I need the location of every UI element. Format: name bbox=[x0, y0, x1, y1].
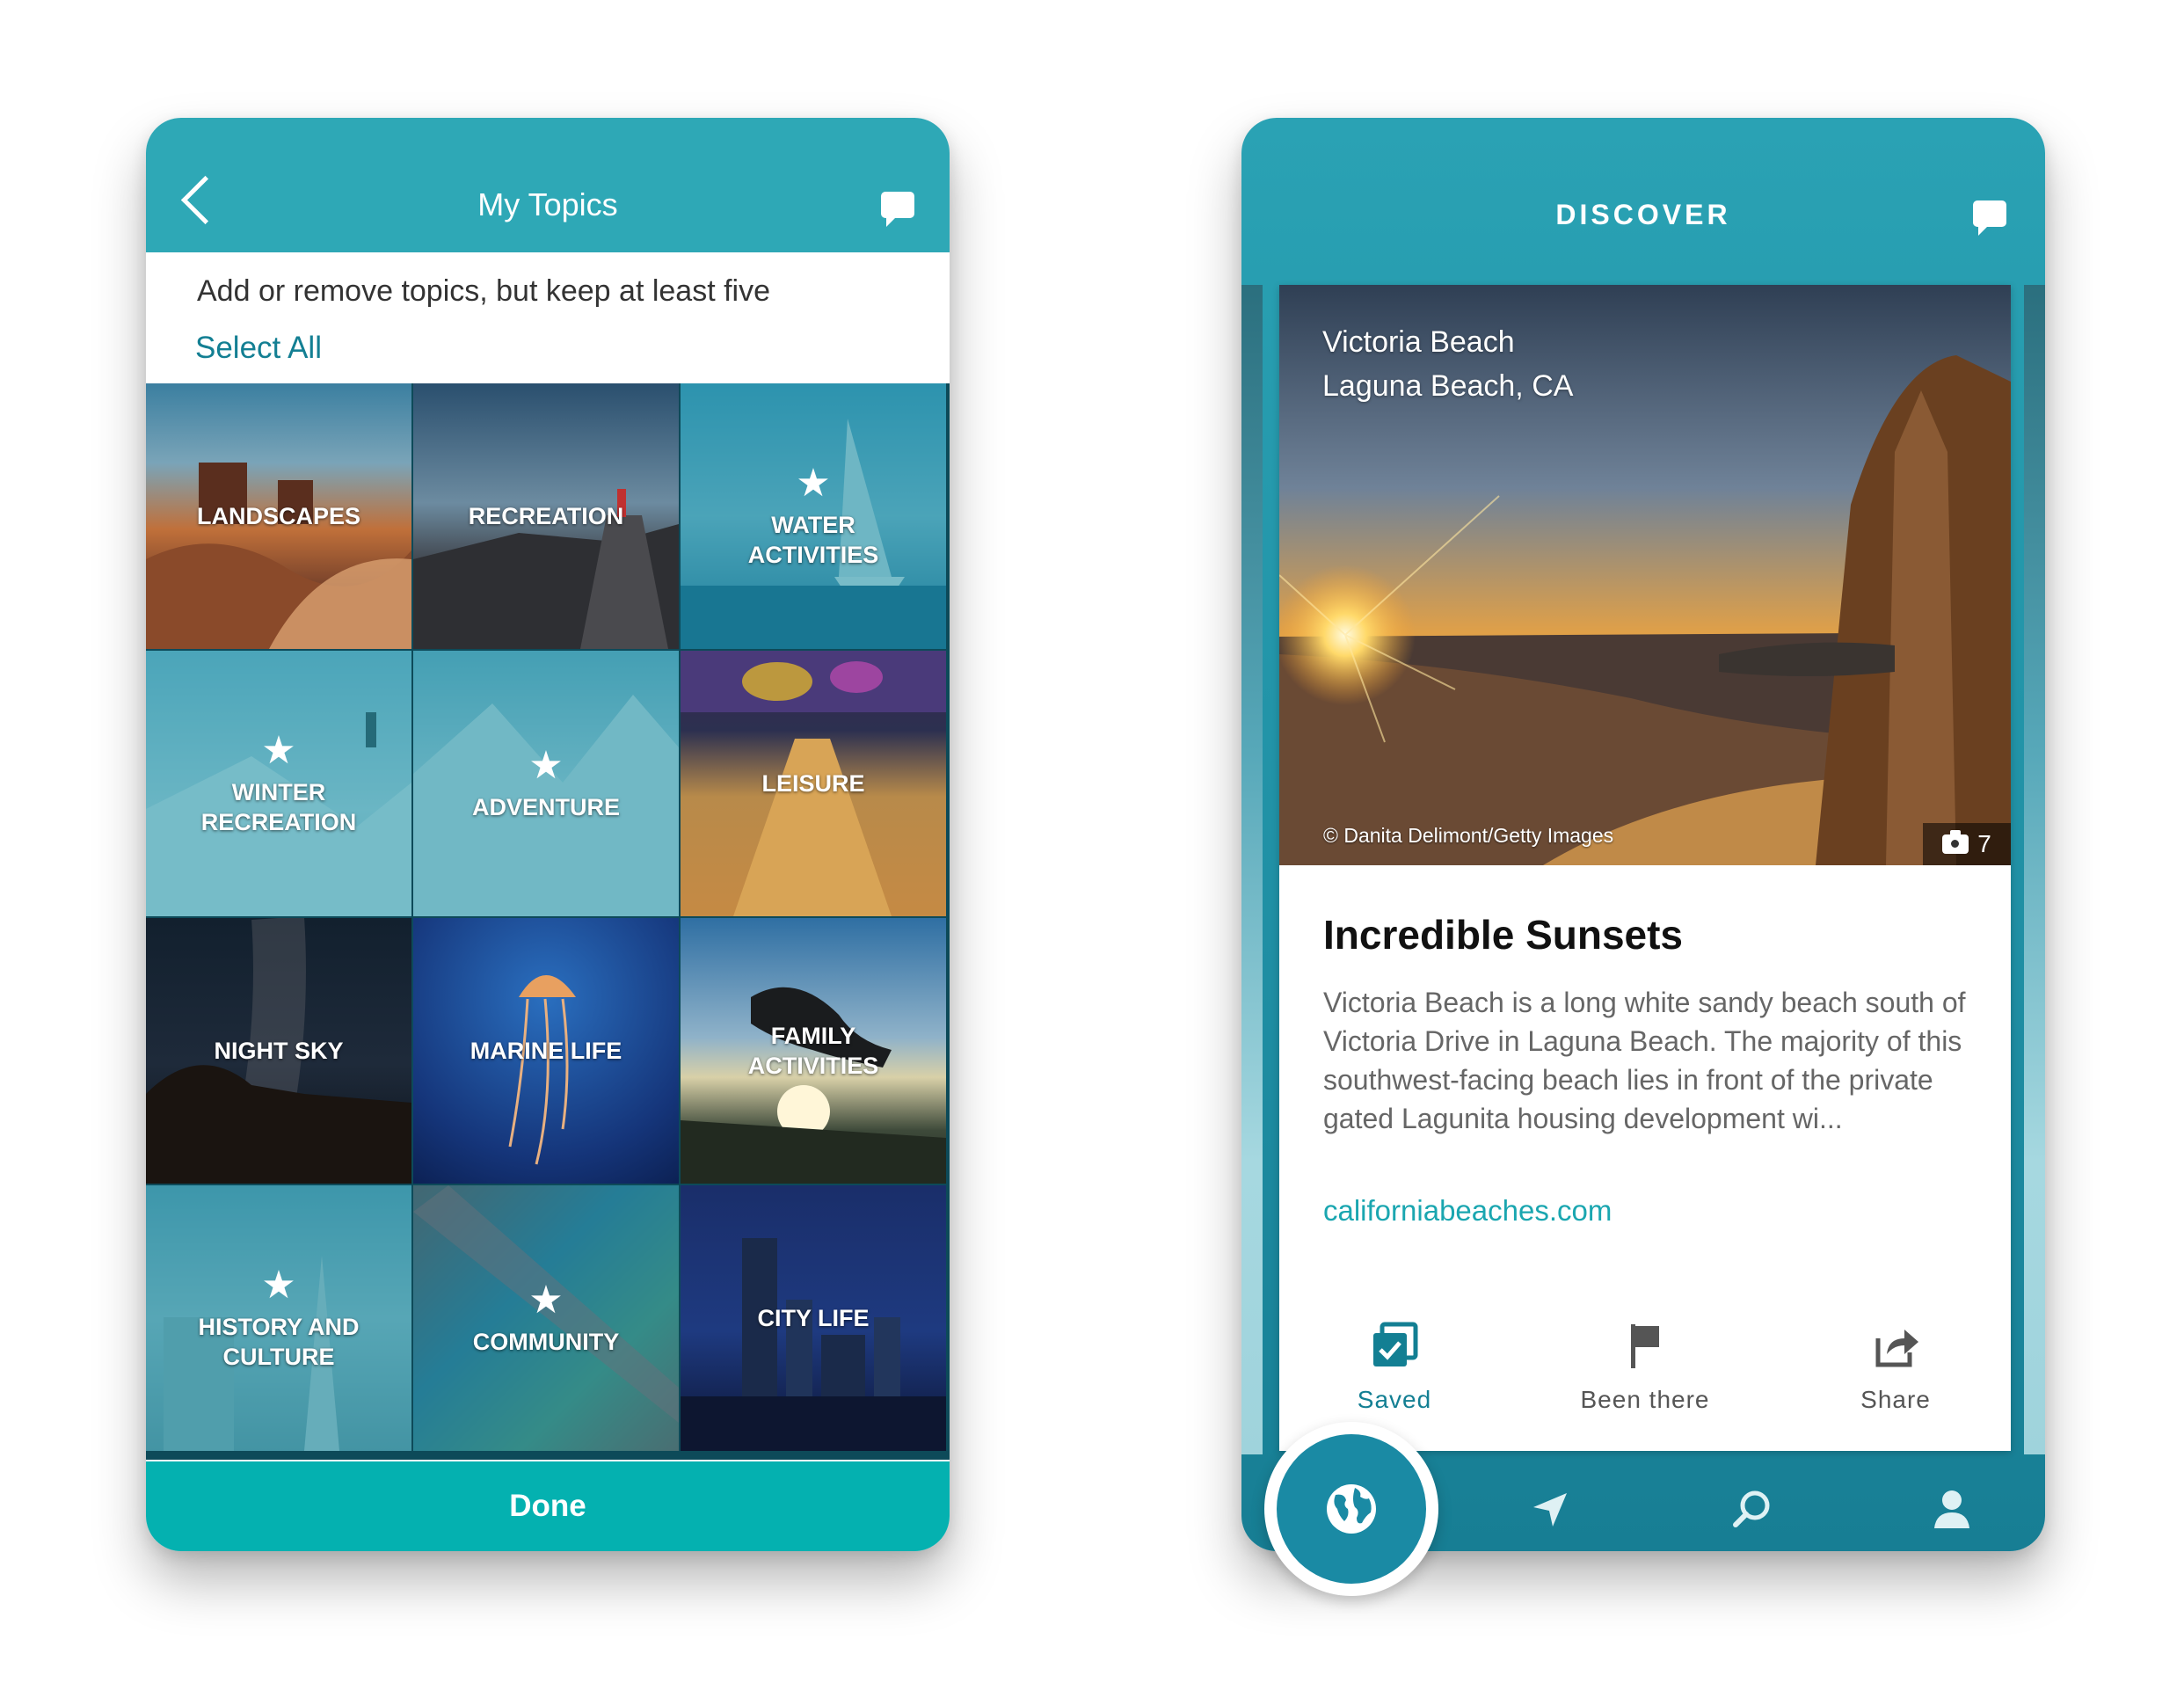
select-all-link[interactable]: Select All bbox=[195, 331, 322, 366]
been-there-button[interactable]: Been there bbox=[1540, 1321, 1751, 1414]
topic-tile-winter-recreation[interactable]: ★ WINTER RECREATION bbox=[146, 651, 411, 916]
card-description: Victoria Beach is a long white sandy bea… bbox=[1323, 987, 1966, 1134]
photo-location: Victoria Beach Laguna Beach, CA bbox=[1322, 320, 1573, 408]
share-label: Share bbox=[1860, 1386, 1931, 1413]
topic-tile-community[interactable]: ★ COMMUNITY bbox=[413, 1185, 679, 1451]
source-link[interactable]: californiabeaches.com bbox=[1323, 1194, 1612, 1228]
profile-icon[interactable] bbox=[1933, 1488, 1971, 1530]
photo-credit: © Danita Delimont/Getty Images bbox=[1323, 824, 1614, 847]
previous-card-peek[interactable] bbox=[1241, 285, 1263, 1454]
topic-tile-family-activities[interactable]: FAMILY ACTIVITIES bbox=[681, 918, 946, 1184]
topic-tile-leisure[interactable]: LEISURE bbox=[681, 651, 946, 916]
topic-label: LANDSCAPES bbox=[196, 503, 361, 529]
page-title: My Topics bbox=[477, 186, 618, 222]
photo-count: 7 bbox=[1977, 830, 1991, 857]
next-card-peek[interactable] bbox=[2024, 285, 2045, 1454]
topic-tile-recreation[interactable]: RECREATION bbox=[413, 383, 679, 649]
flag-icon bbox=[1540, 1321, 1751, 1368]
topic-label: RECREATION bbox=[468, 503, 624, 529]
chat-bubble-icon[interactable] bbox=[1973, 200, 2006, 236]
saved-label: Saved bbox=[1357, 1386, 1432, 1413]
card-title: Incredible Sunsets bbox=[1323, 912, 1684, 958]
share-icon bbox=[1790, 1321, 2001, 1368]
topic-tile-marine-life[interactable]: MARINE LIFE bbox=[413, 918, 679, 1184]
topic-label: MARINE LIFE bbox=[470, 1038, 622, 1064]
my-topics-screen: My Topics Add or remove topics, but keep… bbox=[146, 118, 950, 1551]
saved-button[interactable]: Saved bbox=[1289, 1321, 1500, 1414]
topic-label: HISTORY AND CULTURE bbox=[198, 1314, 360, 1370]
topic-tile-landscapes[interactable]: LANDSCAPES bbox=[146, 383, 411, 649]
topic-label: WINTER RECREATION bbox=[200, 779, 357, 835]
location-city: Laguna Beach, CA bbox=[1322, 369, 1574, 403]
been-there-label: Been there bbox=[1580, 1386, 1710, 1413]
navigate-arrow-icon[interactable] bbox=[1530, 1490, 1570, 1530]
topic-tile-history-and-culture[interactable]: ★ HISTORY AND CULTURE bbox=[146, 1185, 411, 1451]
selected-star-icon: ★ bbox=[261, 729, 296, 772]
selected-star-icon: ★ bbox=[796, 462, 831, 505]
topic-label: NIGHT SKY bbox=[214, 1038, 344, 1064]
discover-card[interactable]: Victoria Beach Laguna Beach, CA © Danita… bbox=[1279, 285, 2011, 1451]
topics-header: My Topics bbox=[146, 118, 950, 252]
location-name: Victoria Beach bbox=[1322, 325, 1515, 359]
search-icon[interactable] bbox=[1730, 1488, 1773, 1530]
card-photo[interactable]: Victoria Beach Laguna Beach, CA © Danita… bbox=[1279, 285, 2011, 865]
discover-tab-button[interactable] bbox=[1264, 1422, 1438, 1596]
topic-tile-adventure[interactable]: ★ ADVENTURE bbox=[413, 651, 679, 916]
photo-gallery-button[interactable]: 7 bbox=[1923, 823, 2011, 865]
topic-tile-water-activities[interactable]: ★ WATER ACTIVITIES bbox=[681, 383, 946, 649]
chat-bubble-icon[interactable] bbox=[881, 192, 914, 227]
camera-icon bbox=[1942, 830, 1969, 854]
topic-tile-night-sky[interactable]: NIGHT SKY bbox=[146, 918, 411, 1184]
topic-label: WATER ACTIVITIES bbox=[747, 512, 879, 568]
saved-check-icon bbox=[1289, 1321, 1500, 1368]
selected-star-icon: ★ bbox=[528, 1279, 564, 1322]
selected-star-icon: ★ bbox=[261, 1264, 296, 1307]
topic-label: LEISURE bbox=[761, 770, 865, 797]
done-button[interactable]: Done bbox=[146, 1461, 950, 1551]
page-title: DISCOVER bbox=[1555, 199, 1731, 230]
topic-label: FAMILY ACTIVITIES bbox=[747, 1023, 879, 1079]
discover-screen: DISCOVER Victoria Beach Laguna Beach, CA… bbox=[1241, 118, 2045, 1551]
topic-grid: LANDSCAPES RECREATION ★ WATER ACTIVITIES bbox=[146, 383, 950, 1460]
instruction-text: Add or remove topics, but keep at least … bbox=[197, 274, 771, 308]
topic-label: CITY LIFE bbox=[757, 1305, 870, 1331]
topic-tile-city-life[interactable]: CITY LIFE bbox=[681, 1185, 946, 1451]
topic-label: COMMUNITY bbox=[472, 1329, 620, 1355]
globe-icon bbox=[1327, 1484, 1376, 1534]
share-button[interactable]: Share bbox=[1790, 1321, 2001, 1414]
topic-label: ADVENTURE bbox=[471, 794, 620, 820]
discover-tab-active bbox=[1277, 1434, 1426, 1584]
selected-star-icon: ★ bbox=[528, 744, 564, 787]
